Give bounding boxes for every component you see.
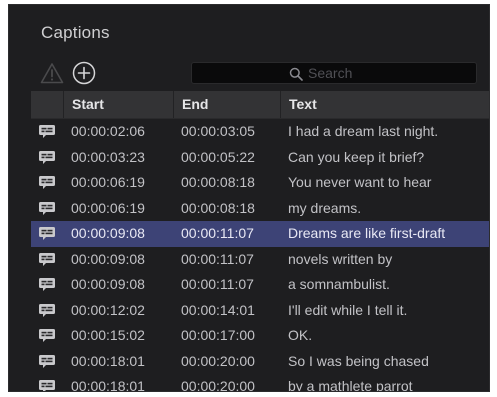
caption-icon <box>39 227 55 240</box>
caption-text: I had a dream last night. <box>288 123 439 139</box>
caption-text: my dreams. <box>288 199 362 216</box>
end-timecode: 00:00:17:00 <box>181 327 255 343</box>
table-row[interactable]: 00:00:15:02 00:00:17:00 OK. <box>31 323 489 349</box>
end-timecode: 00:00:14:01 <box>181 301 255 318</box>
table-body: 00:00:02:06 00:00:03:05 I had a dream la… <box>31 119 489 392</box>
caption-icon <box>39 150 55 164</box>
table-row[interactable]: 00:00:18:01 00:00:20:00 So I was being c… <box>31 349 489 375</box>
caption-icon <box>39 176 55 189</box>
table-header: Start End Text <box>31 91 489 119</box>
start-timecode: 00:00:18:01 <box>71 378 145 392</box>
column-header-start[interactable]: Start <box>63 91 173 118</box>
end-timecode: 00:00:20:00 <box>181 352 255 369</box>
start-timecode: 00:00:12:02 <box>71 301 145 318</box>
table-row[interactable]: 00:00:09:08 00:00:11:07 novels written b… <box>31 247 489 273</box>
end-timecode: 00:00:08:18 <box>181 174 255 190</box>
table-row[interactable]: 00:00:09:08 00:00:11:07 Dreams are like … <box>31 221 489 247</box>
search-icon <box>289 67 303 81</box>
table-row[interactable]: 00:00:12:02 00:00:14:01 I'll edit while … <box>31 298 489 324</box>
caption-text: So I was being chased <box>288 352 429 369</box>
start-timecode: 00:00:09:08 <box>71 225 145 241</box>
caption-text: You never want to hear <box>288 174 432 190</box>
add-caption-icon[interactable] <box>72 61 96 85</box>
start-timecode: 00:00:15:02 <box>71 327 145 343</box>
end-timecode: 00:00:20:00 <box>181 378 255 392</box>
column-header-end[interactable]: End <box>173 91 280 118</box>
end-timecode: 00:00:05:22 <box>181 148 255 165</box>
end-timecode: 00:00:11:07 <box>181 276 254 292</box>
caption-icon <box>39 380 55 391</box>
start-timecode: 00:00:03:23 <box>71 148 145 165</box>
table-row[interactable]: 00:00:09:08 00:00:11:07 a somnambulist. <box>31 272 489 298</box>
panel-title: Captions <box>41 23 110 42</box>
caption-text: Dreams are like first-draft <box>288 225 446 241</box>
end-timecode: 00:00:11:07 <box>181 225 254 241</box>
warning-triangle-icon <box>40 63 64 84</box>
start-timecode: 00:00:09:08 <box>71 276 145 292</box>
start-timecode: 00:00:06:19 <box>71 199 145 216</box>
table-row[interactable]: 00:00:03:23 00:00:05:22 Can you keep it … <box>31 145 489 171</box>
caption-icon <box>39 329 55 342</box>
caption-icon <box>39 252 55 266</box>
end-timecode: 00:00:03:05 <box>181 123 255 139</box>
start-timecode: 00:00:02:06 <box>71 123 145 139</box>
column-header-icon <box>31 91 63 118</box>
end-timecode: 00:00:11:07 <box>181 250 254 267</box>
caption-icon <box>39 303 55 317</box>
caption-text: Can you keep it brief? <box>288 148 425 165</box>
caption-text: by a mathlete parrot <box>288 378 413 392</box>
search-input[interactable] <box>308 65 458 81</box>
table-row[interactable]: 00:00:06:19 00:00:08:18 You never want t… <box>31 170 489 196</box>
table-row[interactable]: 00:00:02:06 00:00:03:05 I had a dream la… <box>31 119 489 145</box>
caption-icon <box>39 278 55 291</box>
column-header-text[interactable]: Text <box>280 91 489 118</box>
caption-text: I'll edit while I tell it. <box>288 301 408 318</box>
end-timecode: 00:00:08:18 <box>181 199 255 216</box>
caption-icon <box>39 201 55 215</box>
captions-panel: Captions Start End Text <box>8 4 490 392</box>
caption-text: OK. <box>288 327 313 343</box>
caption-icon <box>39 125 55 138</box>
search-field[interactable] <box>191 62 477 84</box>
start-timecode: 00:00:06:19 <box>71 174 145 190</box>
start-timecode: 00:00:09:08 <box>71 250 145 267</box>
table-row[interactable]: 00:00:06:19 00:00:08:18 my dreams. <box>31 196 489 222</box>
captions-toolbar <box>9 59 489 89</box>
caption-text: a somnambulist. <box>288 276 390 292</box>
captions-table: Start End Text 00:00:02:06 00:00:03:05 I… <box>31 91 489 392</box>
caption-text: novels written by <box>288 250 393 267</box>
table-row[interactable]: 00:00:18:01 00:00:20:00 by a mathlete pa… <box>31 374 489 392</box>
caption-icon <box>39 354 55 368</box>
start-timecode: 00:00:18:01 <box>71 352 145 369</box>
